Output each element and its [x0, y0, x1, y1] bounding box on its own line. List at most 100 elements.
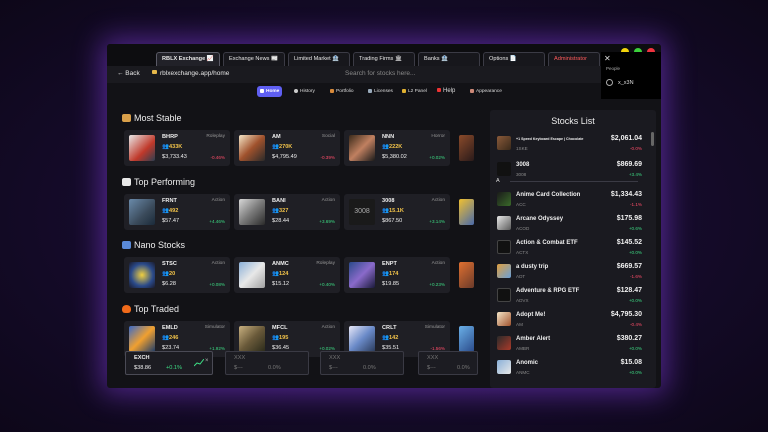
card-ticker: MFCL — [272, 325, 288, 331]
stock-name: Adventure & RPG ETF — [516, 288, 580, 294]
section-most-stable: Most Stable — [122, 113, 182, 123]
ticker-placeholder[interactable]: XXX $--- 0.0% — [418, 351, 478, 375]
stock-list-item[interactable]: +1 Speed Keyboard Escape | Chocolate 1SK… — [494, 132, 646, 156]
stock-list-item[interactable]: 3008 3008 $869.69 +3.4% — [494, 158, 646, 182]
stock-card[interactable]: BHRP Roleplay 👥433K $3,733.43 -0.46% — [124, 130, 230, 166]
card-change: -0.39% — [320, 155, 335, 160]
people-panel: ✕ People x_x3N — [601, 52, 661, 99]
tab-options[interactable]: Options 📄 — [483, 52, 545, 66]
stock-list-item[interactable]: Action & Combat ETF ACTX $145.52 +0.0% — [494, 236, 646, 260]
stock-list-item[interactable]: Anomic ANMC $15.08 +0.0% — [494, 356, 646, 380]
nav-licenses-label: Licenses — [374, 89, 393, 94]
fire-icon — [122, 305, 131, 313]
card-price: $19.85 — [382, 281, 400, 287]
card-volume: 👥174 — [382, 271, 399, 277]
nav-portfolio-label: Portfolio — [336, 89, 354, 94]
stock-name: Amber Alert — [516, 336, 551, 342]
nav-licenses[interactable]: Licenses — [365, 86, 396, 97]
back-button[interactable]: ← Back — [117, 70, 140, 77]
stock-card[interactable]: 3008 3008 Action 👥15.1K $867.50 +3.14% — [344, 194, 450, 230]
ticker-exch[interactable]: EXCH $38.86 +0.1% × — [125, 351, 213, 375]
stock-icon — [497, 360, 511, 374]
search-input[interactable]: Search for stocks here... — [345, 70, 415, 77]
nav-help[interactable]: Help — [434, 86, 458, 97]
tab-rblx-exchange[interactable]: RBLX Exchange 📈 — [156, 52, 220, 66]
card-change: +4.46% — [209, 219, 225, 224]
main-nav: Home History Portfolio Licenses L2 Panel… — [107, 83, 661, 100]
ticker-change: 0.0% — [363, 365, 376, 371]
stock-name: a dusty trip — [516, 264, 549, 270]
stock-list-item[interactable]: Anime Card Collection ACC $1,334.43 -1.1… — [494, 188, 646, 212]
ticker-close-icon[interactable]: × — [205, 358, 209, 364]
tab-banks[interactable]: Banks 🏦 — [418, 52, 480, 66]
card-volume: 👥222K — [382, 144, 403, 150]
tab-exchange-news[interactable]: Exchange News 📰 — [223, 52, 285, 66]
ticker-symbol: XXX — [234, 355, 246, 361]
card-change: +3.14% — [429, 219, 445, 224]
section-title-text: Nano Stocks — [134, 240, 186, 250]
help-icon — [437, 88, 441, 93]
game-thumbnail — [349, 135, 375, 161]
game-thumbnail — [349, 262, 375, 288]
nav-portfolio[interactable]: Portfolio — [327, 86, 357, 97]
ticker-placeholder[interactable]: XXX $--- 0.0% — [225, 351, 309, 375]
stock-change: +0.0% — [628, 250, 642, 255]
close-icon[interactable]: ✕ — [604, 54, 611, 63]
ticker-placeholder[interactable]: XXX $--- 0.0% — [320, 351, 404, 375]
nav-l2-panel[interactable]: L2 Panel — [399, 86, 430, 97]
stock-name: +1 Speed Keyboard Escape | Chocolate — [516, 137, 584, 141]
app-window: RBLX Exchange 📈 Exchange News 📰 Limited … — [107, 44, 661, 388]
stock-change: +3.4% — [628, 172, 642, 177]
stock-price: $175.98 — [616, 215, 642, 222]
stock-list-item[interactable]: Arcane Odyssey ACOD $175.98 +0.6% — [494, 212, 646, 236]
stock-icon — [497, 136, 511, 150]
stock-code: AM — [516, 322, 523, 327]
license-icon — [368, 88, 372, 93]
tab-trading-firms[interactable]: Trading Firms 🏛 — [353, 52, 415, 66]
stock-card[interactable]: STSC Action 👥20 $6.28 +0.08% — [124, 257, 230, 293]
game-thumbnail — [239, 262, 265, 288]
card-genre: Roleplay — [316, 261, 335, 266]
card-ticker: ANMC — [272, 261, 289, 267]
url-field[interactable]: rblxexchange.app/home — [152, 70, 229, 77]
stock-icon — [497, 216, 511, 230]
card-volume: 👥124 — [272, 271, 289, 277]
stock-card[interactable]: ANMC Roleplay 👥124 $15.12 +0.40% — [234, 257, 340, 293]
card-ticker: BHRP — [162, 134, 178, 140]
stock-card[interactable]: NNN Horror 👥222K $5,380.02 +0.02% — [344, 130, 450, 166]
ticker-price: $38.86 — [134, 365, 152, 371]
stocks-list-title: Stocks List — [551, 116, 595, 126]
card-genre: Action — [431, 198, 445, 203]
stock-card[interactable]: ENPT Action 👥174 $19.85 +0.23% — [344, 257, 450, 293]
nav-home[interactable]: Home — [257, 86, 283, 97]
stock-icon — [497, 264, 511, 278]
card-change: -0.46% — [210, 155, 225, 160]
partial-card-thumbnail — [459, 135, 474, 161]
stocks-list-scrollbar[interactable] — [651, 132, 654, 146]
card-genre: Social — [321, 134, 335, 139]
section-top-performing: Top Performing — [122, 177, 195, 187]
stock-code: ACC — [516, 202, 526, 207]
stock-card[interactable]: AM Social 👥270K $4,795.49 -0.39% — [234, 130, 340, 166]
stock-change: -1.6% — [629, 274, 642, 279]
nav-l2-panel-label: L2 Panel — [408, 89, 427, 94]
stock-list-item[interactable]: Adopt Me! AM $4,795.30 -0.4% — [494, 308, 646, 332]
partial-card-thumbnail — [459, 199, 474, 225]
card-genre: Action — [321, 198, 335, 203]
stock-card[interactable]: BANI Action 👥327 $28.44 +3.69% — [234, 194, 340, 230]
tab-limited-market[interactable]: Limited Market 🏦 — [288, 52, 350, 66]
ticker-price: $--- — [234, 365, 243, 371]
game-thumbnail — [239, 326, 265, 352]
tab-administrator[interactable]: Administrator — [548, 52, 600, 66]
people-user[interactable]: x_x3N — [606, 79, 634, 86]
nav-history[interactable]: History — [291, 86, 318, 97]
letter-divider — [510, 181, 638, 182]
card-ticker: AM — [272, 134, 281, 140]
game-thumbnail — [239, 135, 265, 161]
stock-list-item[interactable]: a dusty trip ADT $669.57 -1.6% — [494, 260, 646, 284]
stock-list-item[interactable]: Amber Alert AMBR $380.27 +0.0% — [494, 332, 646, 356]
stock-price: $128.47 — [616, 287, 642, 294]
stock-list-item[interactable]: Adventure & RPG ETF ADVX $128.47 +0.0% — [494, 284, 646, 308]
stock-card[interactable]: FRNT Action 👥492 $57.47 +4.46% — [124, 194, 230, 230]
nav-appearance[interactable]: Appearance — [467, 86, 505, 97]
